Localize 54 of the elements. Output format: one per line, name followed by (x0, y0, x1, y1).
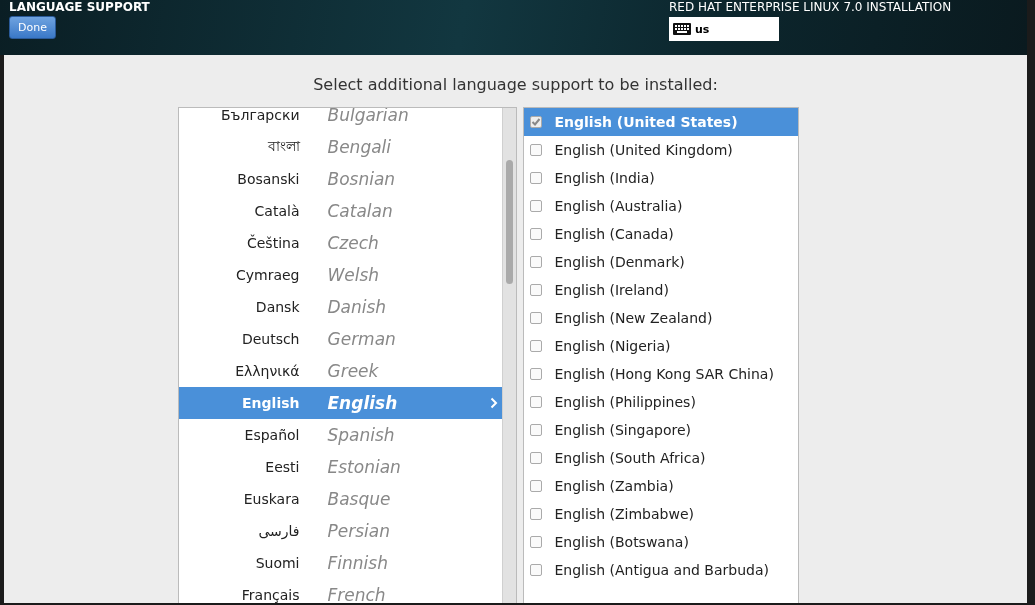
keyboard-layout-indicator[interactable]: us (669, 17, 779, 41)
checkbox[interactable] (529, 172, 542, 184)
language-item[interactable]: Български Bulgarian (178, 108, 502, 131)
language-item[interactable]: বাংলা Bengali (178, 131, 502, 163)
language-item[interactable]: Cymraeg Welsh (178, 259, 502, 291)
checkbox[interactable] (529, 200, 542, 212)
language-item[interactable]: Čeština Czech (178, 227, 502, 259)
checkbox[interactable] (529, 536, 542, 548)
language-item[interactable]: Suomi Finnish (178, 547, 502, 579)
language-item[interactable]: Bosanski Bosnian (178, 163, 502, 195)
locale-item[interactable]: English (Singapore) (523, 416, 798, 444)
language-item[interactable]: Català Catalan (178, 195, 502, 227)
checkbox[interactable] (529, 508, 542, 520)
locale-item[interactable]: English (Ireland) (523, 276, 798, 304)
language-item[interactable]: Deutsch German (178, 323, 502, 355)
locale-item[interactable]: English (Antigua and Barbuda) (523, 556, 798, 584)
instruction-text: Select additional language support to be installed: (313, 75, 718, 96)
locale-item[interactable]: English (Zimbabwe) (523, 500, 798, 528)
checkbox[interactable] (529, 144, 542, 156)
checkbox[interactable] (529, 424, 542, 436)
checkbox[interactable] (529, 368, 542, 380)
locale-item[interactable]: English (South Africa) (523, 444, 798, 472)
page-title: LANGUAGE SUPPORT (9, 1, 150, 14)
locale-item[interactable]: English (Denmark) (523, 248, 798, 276)
language-item[interactable]: Euskara Basque (178, 483, 502, 515)
checkbox[interactable] (529, 228, 542, 240)
locale-item[interactable]: English (Hong Kong SAR China) (523, 360, 798, 388)
language-item[interactable]: Français French (178, 579, 502, 603)
scrollbar[interactable] (501, 108, 516, 603)
checkbox[interactable] (529, 452, 542, 464)
locale-item[interactable]: English (India) (523, 164, 798, 192)
language-item[interactable]: Español Spanish (178, 419, 502, 451)
keyboard-icon (673, 23, 691, 35)
language-item[interactable]: Ελληνικά Greek (178, 355, 502, 387)
language-item[interactable]: Dansk Danish (178, 291, 502, 323)
checkbox[interactable] (529, 284, 542, 296)
checkbox[interactable] (529, 116, 542, 128)
locale-item[interactable]: English (Botswana) (523, 528, 798, 556)
checkbox[interactable] (529, 564, 542, 576)
checkbox[interactable] (529, 256, 542, 268)
locale-item[interactable]: English (Nigeria) (523, 332, 798, 360)
locale-item[interactable]: English (New Zealand) (523, 304, 798, 332)
checkbox[interactable] (529, 396, 542, 408)
checkbox[interactable] (529, 312, 542, 324)
language-item[interactable]: Eesti Estonian (178, 451, 502, 483)
chevron-right-icon (489, 397, 498, 409)
locale-item[interactable]: English (Australia) (523, 192, 798, 220)
locale-item[interactable]: English (United Kingdom) (523, 136, 798, 164)
locale-item[interactable]: English (Canada) (523, 220, 798, 248)
checkbox[interactable] (529, 480, 542, 492)
locale-item[interactable]: English (Zambia) (523, 472, 798, 500)
product-title: RED HAT ENTERPRISE LINUX 7.0 INSTALLATION (669, 1, 952, 14)
locale-item[interactable]: English (Philippines) (523, 388, 798, 416)
checkbox[interactable] (529, 340, 542, 352)
